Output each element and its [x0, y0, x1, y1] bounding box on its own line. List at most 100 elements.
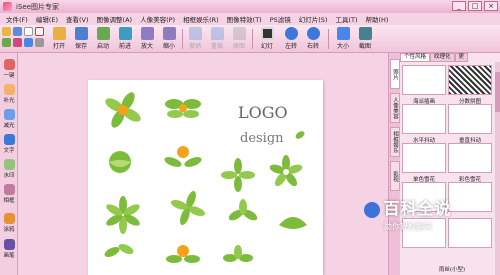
rotate-right-button[interactable]: 右转 — [302, 27, 324, 51]
dim-icon — [3, 109, 15, 120]
template-thumb[interactable] — [402, 143, 446, 173]
title-bar: iSee图片专家 _ □ × — [0, 0, 500, 13]
magic-icon — [3, 59, 15, 70]
light-icon — [3, 84, 15, 95]
save-small-icon[interactable] — [13, 27, 22, 36]
star-leaf-logo — [106, 196, 140, 234]
rotate-left-icon — [284, 27, 298, 40]
rotate-right-icon — [306, 27, 320, 40]
side-tab-film[interactable]: 影视 — [390, 161, 400, 191]
menu-tools[interactable]: 工具(T) — [331, 14, 361, 24]
flower-logo — [269, 155, 303, 187]
menu-ps-filter[interactable]: PS滤镜 — [266, 14, 295, 24]
resize-icon — [336, 27, 350, 40]
zoom-out-icon — [162, 27, 176, 40]
maximize-button[interactable]: □ — [468, 1, 482, 11]
template-thumb[interactable] — [402, 104, 446, 134]
side-tab-photo[interactable]: 照片 — [390, 59, 400, 89]
toolbar: 打开 保存 启动 前进 放大 缩小 撤销 重做 原图 幻灯 左转 右转 大小 截… — [0, 25, 500, 53]
original-button[interactable]: 原图 — [228, 27, 250, 51]
zoom-in-button[interactable]: 放大 — [136, 27, 158, 51]
pen-icon — [3, 239, 15, 250]
tool-fill-light[interactable]: 补光 — [1, 84, 17, 104]
slideshow-button[interactable]: 幻灯 — [256, 27, 278, 51]
bloom-logo — [166, 245, 200, 263]
text-icon — [3, 134, 15, 145]
menu-file[interactable]: 文件(F) — [2, 14, 32, 24]
side-tab-frame[interactable]: 相框娱乐 — [390, 127, 400, 157]
tool-reduce-light[interactable]: 减光 — [1, 109, 17, 129]
menu-edit[interactable]: 编辑(E) — [32, 14, 62, 24]
tool-doodle[interactable]: 涂鸦 — [1, 213, 17, 233]
menu-help[interactable]: 帮助(H) — [362, 14, 393, 24]
logo-text: LOGO — [238, 103, 288, 122]
tab-texture[interactable]: 纹理化 — [430, 53, 455, 62]
template-thumb[interactable] — [448, 143, 492, 173]
menu-slideshow[interactable]: 幻灯片(S) — [295, 14, 332, 24]
tool-watermark[interactable]: 水印 — [1, 159, 17, 179]
menu-effects[interactable]: 图像特效(T) — [223, 14, 266, 24]
toolbar-divider — [182, 29, 183, 49]
menu-view[interactable]: 查看(V) — [62, 14, 93, 24]
resize-button[interactable]: 大小 — [332, 27, 354, 51]
launch-button[interactable]: 启动 — [92, 27, 114, 51]
launch-icon — [96, 27, 110, 40]
toolbar-divider — [252, 29, 253, 49]
panel-scrollbar[interactable] — [495, 62, 500, 275]
help-small-icon[interactable] — [24, 38, 33, 47]
close-button[interactable]: × — [484, 1, 498, 11]
tab-more[interactable]: 更 — [454, 53, 469, 62]
leaf-ball-logo — [109, 151, 131, 173]
undo-button[interactable]: 撤销 — [184, 27, 206, 51]
crop-small-icon[interactable] — [2, 38, 11, 47]
toolbar-divider — [328, 29, 329, 49]
watermark-sub-text: 助你轻松解决 — [384, 222, 432, 231]
minimize-button[interactable]: _ — [452, 1, 466, 11]
cross-leaf-logo — [221, 158, 255, 192]
menu-frame[interactable]: 相框娱乐(R) — [179, 14, 223, 24]
frame-icon — [3, 184, 15, 195]
folder-icon — [52, 27, 66, 40]
screenshot-icon — [358, 27, 372, 40]
zoom-out-button[interactable]: 缩小 — [158, 27, 180, 51]
app-icon — [3, 2, 12, 11]
scrollbar-thumb[interactable] — [495, 72, 500, 112]
select-small-icon[interactable] — [35, 27, 44, 36]
forward-icon — [118, 27, 132, 40]
zoom-in-icon — [140, 27, 154, 40]
tool-frame[interactable]: 相框 — [1, 184, 17, 204]
menu-bar: 文件(F) 编辑(E) 查看(V) 图像调整(A) 人像美容(P) 相框娱乐(R… — [0, 13, 500, 25]
open-small-icon[interactable] — [2, 27, 11, 36]
tool-one-click[interactable]: 一键 — [1, 59, 17, 79]
rotate-left-button[interactable]: 左转 — [280, 27, 302, 51]
bud-logo — [228, 199, 258, 221]
save-button[interactable]: 保存 — [70, 27, 92, 51]
forward-button[interactable]: 前进 — [114, 27, 136, 51]
undo-icon — [188, 27, 202, 40]
tool-text[interactable]: 文字 — [1, 134, 17, 154]
template-thumb[interactable] — [448, 65, 492, 95]
menu-portrait[interactable]: 人像美容(P) — [136, 14, 179, 24]
brush-icon — [3, 213, 15, 224]
watermark-icon — [3, 159, 15, 170]
swirl-logo — [170, 190, 206, 226]
design-text: design — [240, 131, 284, 146]
quick-icons — [2, 27, 48, 47]
logo-sheet-image: LOGO design — [104, 92, 307, 263]
open-button[interactable]: 打开 — [48, 27, 70, 51]
image-canvas[interactable]: LOGO design — [88, 80, 323, 275]
tool-pen[interactable]: 画笔 — [1, 239, 17, 259]
slideshow-icon — [260, 27, 274, 40]
side-tab-portrait[interactable]: 人像美容 — [390, 93, 400, 123]
paw-logo-icon — [364, 201, 381, 218]
original-icon — [232, 27, 246, 40]
gear-icon[interactable] — [35, 38, 44, 47]
draw-small-icon[interactable] — [13, 38, 22, 47]
new-small-icon[interactable] — [24, 27, 33, 36]
template-thumb[interactable] — [448, 104, 492, 134]
tab-personal-style[interactable]: 个性风格 — [400, 53, 431, 62]
redo-button[interactable]: 重做 — [206, 27, 228, 51]
screenshot-button[interactable]: 截图 — [354, 27, 376, 51]
template-thumb[interactable] — [402, 65, 446, 95]
menu-adjust[interactable]: 图像调整(A) — [93, 14, 137, 24]
